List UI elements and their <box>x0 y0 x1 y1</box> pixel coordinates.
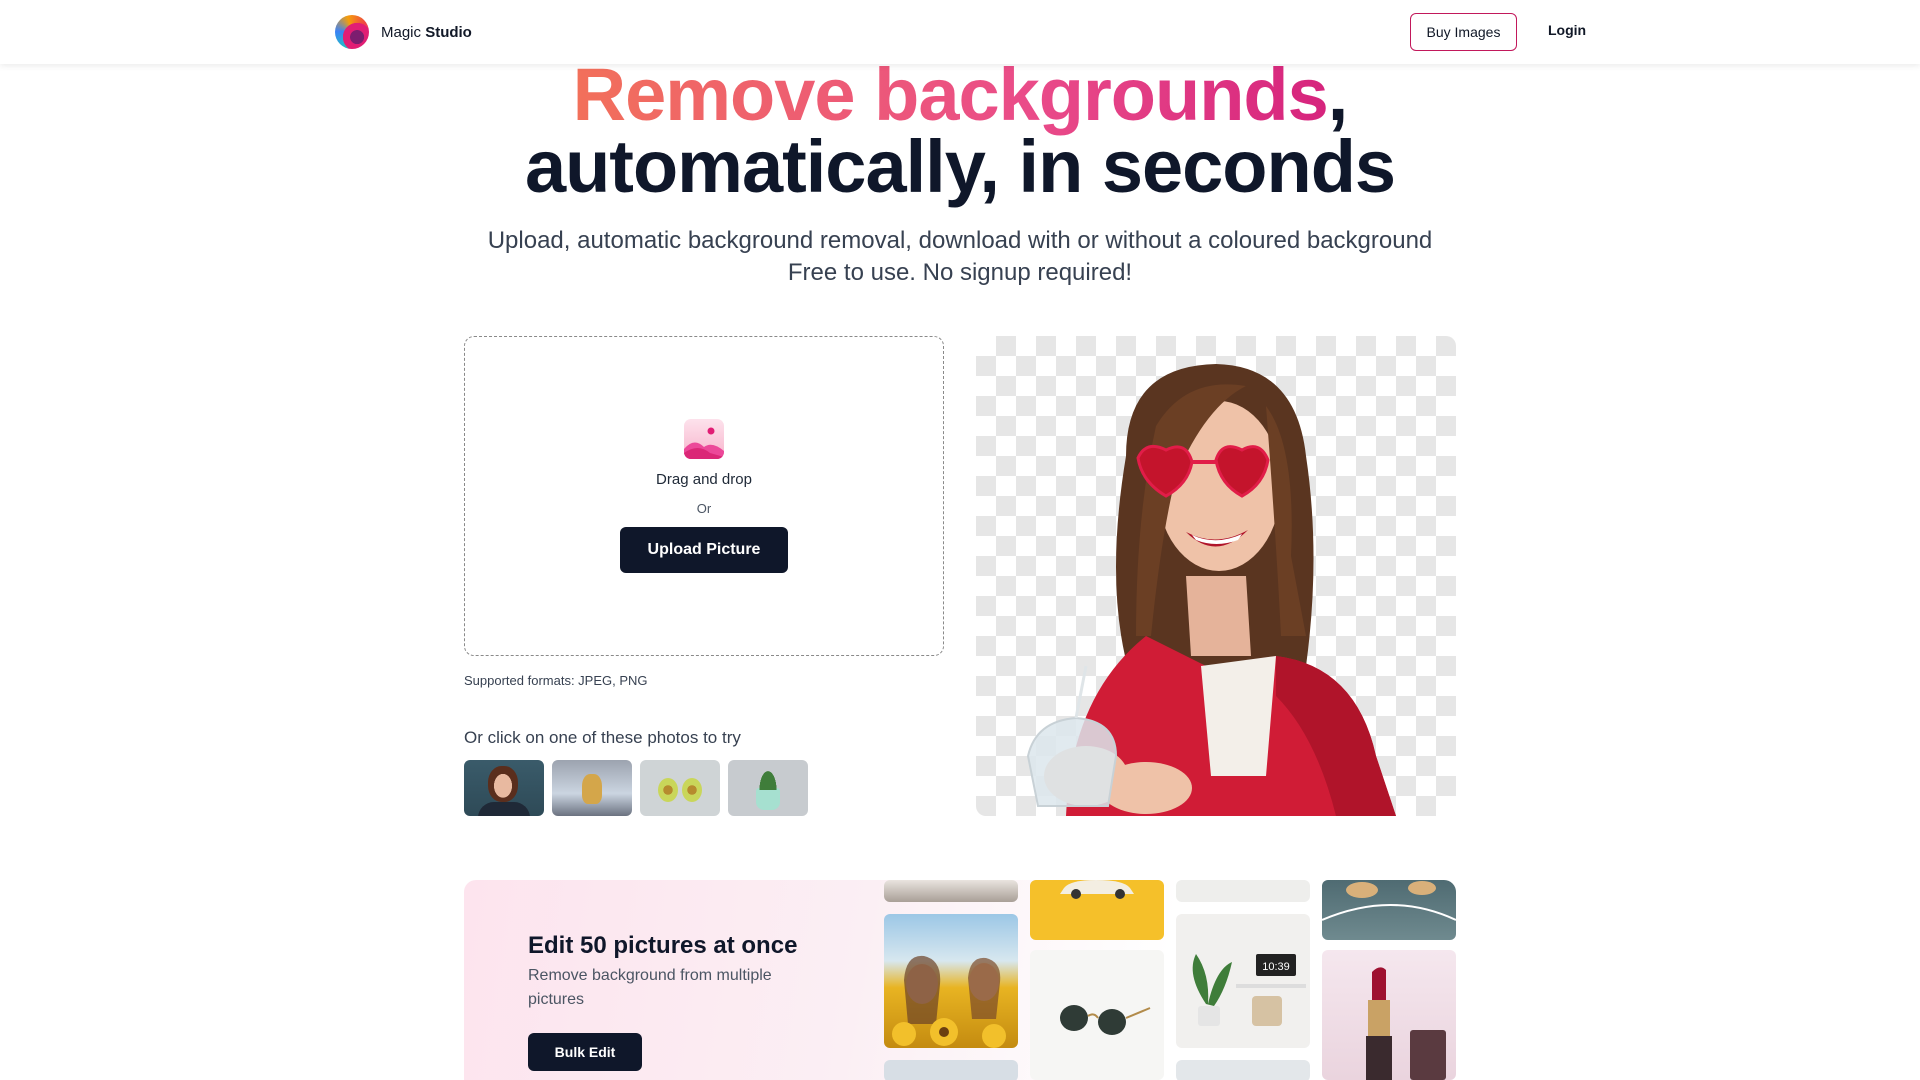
sunflowers-people-image <box>892 955 1006 1048</box>
sunglasses-image <box>1060 1005 1151 1035</box>
court-image <box>1322 881 1456 921</box>
hero-title-highlight: Remove backgrounds <box>572 53 1329 136</box>
toy-car-image <box>1060 880 1134 899</box>
hero-subtitle-line1: Upload, automatic background removal, do… <box>487 227 1433 254</box>
drag-and-drop-text: Drag and drop <box>656 471 752 488</box>
login-link[interactable]: Login <box>1548 22 1586 38</box>
collage-image-yellow-car <box>1030 880 1164 940</box>
supported-formats-text: Supported formats: JPEG, PNG <box>464 673 648 688</box>
woman-cutout-image <box>1026 364 1396 816</box>
collage-image-basketball-court <box>1322 880 1456 940</box>
hero-title-line2: automatically, in seconds <box>524 125 1396 208</box>
collage-image-sky <box>884 1060 1018 1080</box>
desk-setup-image: 10:39 <box>1192 954 1306 1026</box>
hero-title: Remove backgrounds, <box>0 58 1920 132</box>
bulk-edit-section: Edit 50 pictures at once Remove backgrou… <box>464 880 1456 1080</box>
brand[interactable]: Magic Studio <box>335 15 472 49</box>
clock-display-text: 10:39 <box>1262 961 1290 973</box>
collage-image-plate <box>1176 880 1310 902</box>
sample-photo-avocados[interactable] <box>640 760 720 816</box>
upload-picture-button[interactable]: Upload Picture <box>620 527 788 573</box>
image-upload-icon <box>684 419 724 459</box>
sample-photo-bird[interactable] <box>552 760 632 816</box>
buy-images-button[interactable]: Buy Images <box>1410 13 1517 51</box>
sample-photo-woman[interactable] <box>464 760 544 816</box>
bulk-edit-button[interactable]: Bulk Edit <box>528 1033 642 1071</box>
upload-dropzone[interactable]: Drag and drop Or Upload Picture <box>464 336 944 656</box>
top-navbar: Magic Studio Buy Images Login <box>0 0 1920 64</box>
background-removed-preview <box>976 336 1456 816</box>
collage-image-sunglasses <box>1030 950 1164 1080</box>
collage-image-desk: 10:39 <box>1176 914 1310 1048</box>
hero-subtitle-line2: Free to use. No signup required! <box>787 259 1133 286</box>
sample-photos-prompt: Or click on one of these photos to try <box>464 728 741 747</box>
lipstick-image <box>1366 967 1446 1080</box>
sample-photo-plant[interactable] <box>728 760 808 816</box>
sample-photos-list <box>464 760 808 816</box>
collage-image-lipstick <box>1322 950 1456 1080</box>
magic-studio-logo-icon <box>335 15 369 49</box>
bulk-edit-title: Edit 50 pictures at once <box>528 932 798 959</box>
or-text: Or <box>696 501 712 516</box>
collage-image-landscape <box>884 880 1018 902</box>
bulk-edit-description: Remove background from multiple pictures <box>528 967 772 1008</box>
brand-name: Magic Studio <box>381 23 472 41</box>
collage-image-wall <box>1176 1060 1310 1080</box>
hero-subtitle: Upload, automatic background removal, do… <box>0 225 1920 289</box>
hero-title-comma: , <box>1327 53 1349 136</box>
collage-image-sunflowers <box>884 914 1018 1048</box>
